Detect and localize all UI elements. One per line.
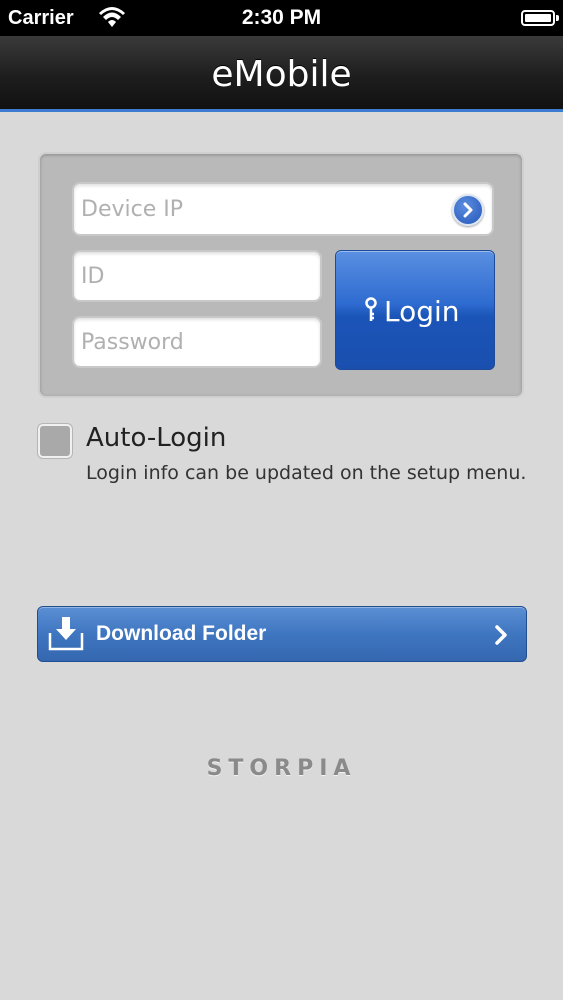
chevron-right-circle-icon[interactable]	[452, 194, 484, 226]
page-title: eMobile	[211, 54, 352, 95]
nav-bar: eMobile	[0, 36, 563, 112]
login-button[interactable]: Login	[335, 250, 495, 370]
password-field[interactable]	[72, 316, 322, 368]
id-field[interactable]	[72, 250, 322, 302]
device-ip-input[interactable]	[74, 184, 492, 234]
key-icon	[364, 297, 378, 328]
device-ip-field[interactable]	[72, 182, 494, 236]
battery-icon	[521, 10, 559, 26]
download-folder-button[interactable]: Download Folder	[37, 606, 527, 662]
status-time: 2:30 PM	[241, 6, 322, 29]
auto-login-checkbox[interactable]	[38, 424, 72, 458]
auto-login-label[interactable]: Auto-Login	[86, 423, 226, 453]
login-panel: Login	[38, 152, 524, 398]
battery-level	[525, 14, 551, 22]
login-label: Login	[384, 295, 460, 328]
download-tray-icon	[48, 615, 84, 658]
auto-login-help-text: Login info can be updated on the setup m…	[86, 462, 527, 484]
status-bar: Carrier 2:30 PM	[0, 0, 563, 36]
id-input[interactable]	[74, 252, 320, 300]
chevron-right-icon	[494, 624, 508, 651]
password-input[interactable]	[74, 318, 320, 366]
storpia-logo: STORPIA	[206, 756, 357, 781]
download-folder-label: Download Folder	[96, 622, 267, 645]
